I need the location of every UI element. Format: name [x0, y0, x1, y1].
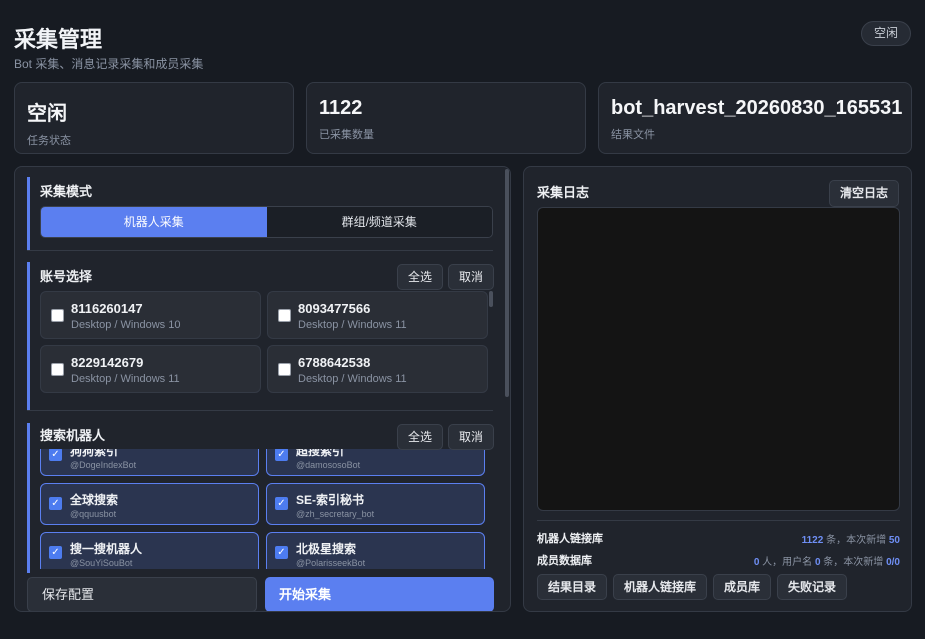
mode-section-title: 采集模式	[40, 184, 93, 199]
account-os: Desktop / Windows 11	[298, 319, 407, 331]
account-card-4[interactable]: 6788642538 Desktop / Windows 11	[267, 345, 488, 393]
bot-name: 狗狗索引	[70, 449, 119, 458]
bot-db-new: 50	[888, 535, 900, 546]
stat-label: 已采集数量	[319, 129, 374, 141]
bot-name: SE-索引秘书	[296, 493, 365, 507]
bot-db-row: 机器人链接库 1122 条，本次新增 50	[537, 530, 900, 546]
bot-checkbox[interactable]: ✓	[49, 546, 62, 559]
account-id: 6788642538	[298, 355, 371, 370]
bot-username: @SouYiSouBot	[70, 558, 133, 568]
bot-select-all-button[interactable]: 全选	[397, 424, 444, 450]
member-db-unit: 人，用户名	[759, 557, 815, 568]
stat-card-status: 空闲 任务状态	[14, 82, 294, 154]
bot-section-title: 搜索机器人	[40, 428, 106, 443]
bot-card-6[interactable]: ✓ 北极星搜索 @PolarisseekBot	[266, 532, 485, 569]
stat-value: 1122	[319, 97, 363, 119]
member-db-stats: 0 人，用户名 0 条，本次新增 0/0	[754, 553, 900, 568]
bot-checkbox[interactable]: ✓	[275, 449, 288, 461]
bot-db-button[interactable]: 机器人链接库	[613, 574, 708, 600]
account-os: Desktop / Windows 10	[71, 319, 181, 331]
bot-db-unit: 条，本次新增	[823, 535, 889, 546]
account-id: 8229142679	[71, 355, 144, 370]
bot-name: 搜一搜机器人	[70, 542, 143, 556]
bot-username: @qquusbot	[70, 509, 117, 519]
bot-name: 北极星搜索	[296, 542, 357, 556]
stat-value: 空闲	[27, 103, 67, 125]
page-subtitle: Bot 采集、消息记录采集和成员采集	[14, 57, 204, 71]
account-os: Desktop / Windows 11	[298, 373, 407, 385]
stat-card-file: bot_harvest_20260830_165531 结果文件	[598, 82, 912, 154]
bot-username: @PolarisseekBot	[296, 558, 366, 568]
bot-checkbox[interactable]: ✓	[49, 449, 62, 461]
account-list-scrollbar[interactable]	[489, 291, 493, 307]
account-checkbox[interactable]	[51, 309, 64, 322]
account-card-3[interactable]: 8229142679 Desktop / Windows 11	[40, 345, 261, 393]
bot-username: @damososoBot	[296, 460, 361, 470]
account-card-2[interactable]: 8093477566 Desktop / Windows 11	[267, 291, 488, 339]
bot-name: 全球搜索	[70, 493, 119, 507]
start-harvest-button[interactable]: 开始采集	[265, 577, 494, 611]
bot-cancel-button[interactable]: 取消	[448, 424, 495, 450]
divider	[27, 410, 493, 411]
bot-card-5[interactable]: ✓ 搜一搜机器人 @SouYiSouBot	[40, 532, 259, 569]
account-id: 8116260147	[71, 301, 143, 316]
account-section-title: 账号选择	[40, 269, 93, 284]
bot-list: ✓ 狗狗索引 @DogeIndexBot ✓ 超搜索引 @damososoBot…	[40, 449, 495, 569]
bot-username: @zh_secretary_bot	[296, 509, 375, 519]
mode-bot-button[interactable]: 机器人采集	[41, 207, 267, 237]
bot-db-label: 机器人链接库	[537, 533, 603, 545]
divider	[537, 520, 900, 521]
result-dir-button[interactable]: 结果目录	[537, 574, 608, 600]
bot-card-3[interactable]: ✓ 全球搜索 @qquusbot	[40, 483, 259, 525]
log-title: 采集日志	[537, 185, 590, 200]
config-panel: 采集模式 机器人采集 群组/频道采集 账号选择 全选 取消 8116260147…	[14, 166, 511, 612]
account-checkbox[interactable]	[278, 309, 291, 322]
account-checkbox[interactable]	[278, 363, 291, 376]
bot-card-2[interactable]: ✓ 超搜索引 @damososoBot	[266, 449, 485, 476]
account-id: 8093477566	[298, 301, 371, 316]
member-db-row: 成员数据库 0 人，用户名 0 条，本次新增 0/0	[537, 552, 900, 568]
status-badge: 空闲	[860, 21, 911, 46]
clear-log-button[interactable]: 清空日志	[828, 180, 899, 207]
member-db-label: 成员数据库	[537, 555, 592, 567]
stat-card-count: 1122 已采集数量	[306, 82, 586, 154]
mode-switch: 机器人采集 群组/频道采集	[40, 206, 493, 238]
log-output[interactable]	[537, 207, 900, 511]
save-config-button[interactable]: 保存配置	[27, 577, 257, 611]
account-cancel-button[interactable]: 取消	[448, 264, 495, 290]
account-card-1[interactable]: 8116260147 Desktop / Windows 10	[40, 291, 261, 339]
member-db-unit: 条，本次新增	[820, 557, 887, 568]
stat-label: 任务状态	[27, 135, 71, 147]
member-db-button[interactable]: 成员库	[713, 574, 772, 600]
log-panel: 采集日志 清空日志 机器人链接库 1122 条，本次新增 50 成员数据库 0 …	[523, 166, 912, 612]
mode-group-button[interactable]: 群组/频道采集	[266, 207, 492, 237]
bot-card-1[interactable]: ✓ 狗狗索引 @DogeIndexBot	[40, 449, 259, 476]
account-os: Desktop / Windows 11	[71, 373, 180, 385]
bot-checkbox[interactable]: ✓	[275, 546, 288, 559]
divider	[27, 250, 493, 251]
bot-checkbox[interactable]: ✓	[275, 497, 288, 510]
stat-label: 结果文件	[611, 129, 655, 141]
bot-name: 超搜索引	[296, 449, 345, 458]
account-checkbox[interactable]	[51, 363, 64, 376]
failure-log-button[interactable]: 失败记录	[777, 574, 848, 600]
bot-checkbox[interactable]: ✓	[49, 497, 62, 510]
bot-username: @DogeIndexBot	[70, 460, 137, 470]
bot-db-count: 1122	[801, 535, 824, 546]
page-title: 采集管理	[14, 27, 103, 52]
stat-value: bot_harvest_20260830_165531	[611, 97, 903, 119]
member-db-new: 0/0	[886, 557, 900, 568]
account-select-all-button[interactable]: 全选	[397, 264, 444, 290]
bot-card-4[interactable]: ✓ SE-索引秘书 @zh_secretary_bot	[266, 483, 485, 525]
bot-db-stats: 1122 条，本次新增 50	[802, 531, 900, 546]
